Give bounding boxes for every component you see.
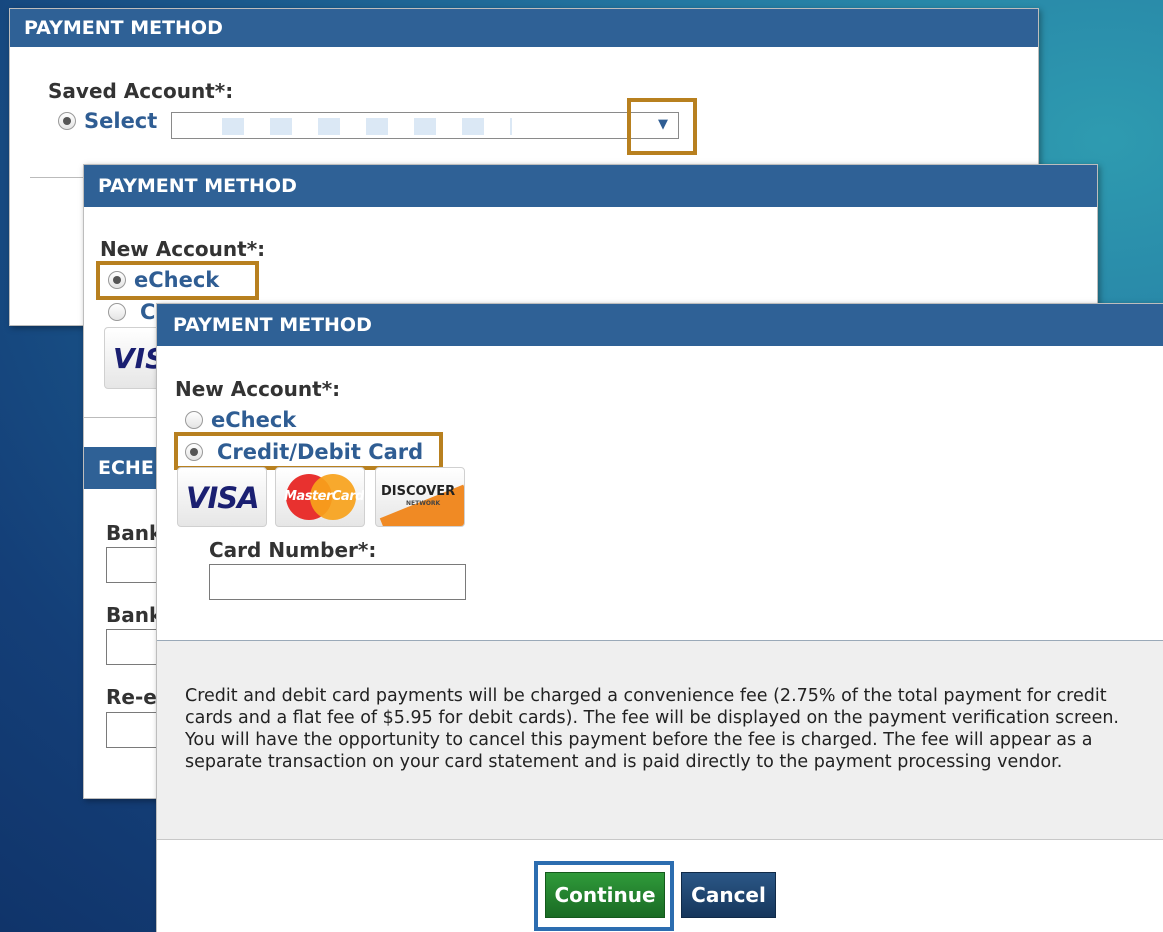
payment-method-panel-card: PAYMENT METHOD New Account*: eCheck Cred… [156, 303, 1163, 932]
echeck-option[interactable]: eCheck [185, 408, 296, 432]
continue-button[interactable]: Continue [545, 872, 665, 918]
echeck-highlight [96, 261, 259, 300]
visa-logo-text: VISA [186, 481, 260, 515]
visa-logo: VISA [177, 467, 267, 527]
card-option-partial[interactable]: C [108, 300, 155, 324]
card-number-label: Card Number*: [209, 538, 377, 562]
panel-title: PAYMENT METHOD [173, 314, 372, 336]
fee-notice-section: Credit and debit card payments will be c… [157, 640, 1163, 840]
saved-account-label: Saved Account*: [48, 79, 234, 103]
card-label-partial: C [140, 300, 156, 324]
panel-header: PAYMENT METHOD [10, 9, 1038, 47]
bank-label-1: Bank [106, 521, 163, 545]
echeck-label: eCheck [211, 408, 297, 432]
mastercard-logo: MasterCard [275, 467, 365, 527]
panel-header: PAYMENT METHOD [84, 165, 1097, 207]
discover-logo-text: DISCOVER [381, 484, 456, 499]
fee-notice-text: Credit and debit card payments will be c… [185, 686, 1119, 772]
saved-account-dropdown[interactable]: ▼ [171, 112, 679, 139]
cancel-button[interactable]: Cancel [681, 872, 776, 918]
bank-label-2: Bank [106, 603, 163, 627]
select-label: Select [84, 109, 158, 133]
reenter-label: Re-e [106, 685, 157, 709]
masked-account-value [222, 118, 512, 135]
card-number-input[interactable] [209, 564, 466, 600]
dropdown-arrow-highlight [627, 98, 697, 155]
echeck-radio[interactable] [185, 411, 203, 429]
select-option[interactable]: Select [58, 109, 157, 133]
visa-logo-partial: VIS [104, 327, 164, 389]
new-account-label: New Account*: [100, 237, 266, 261]
panel-title: PAYMENT METHOD [98, 175, 297, 197]
echeck-section-title: ECHE [98, 457, 154, 479]
select-radio[interactable] [58, 112, 76, 130]
panel-header: PAYMENT METHOD [157, 304, 1163, 346]
panel-title: PAYMENT METHOD [24, 17, 223, 39]
credit-card-highlight [174, 432, 443, 470]
new-account-label: New Account*: [175, 377, 341, 401]
discover-network-text: NETWORK [406, 500, 441, 507]
discover-logo: DISCOVER NETWORK [375, 467, 465, 527]
mastercard-logo-text: MasterCard [284, 489, 364, 504]
card-radio[interactable] [108, 303, 126, 321]
